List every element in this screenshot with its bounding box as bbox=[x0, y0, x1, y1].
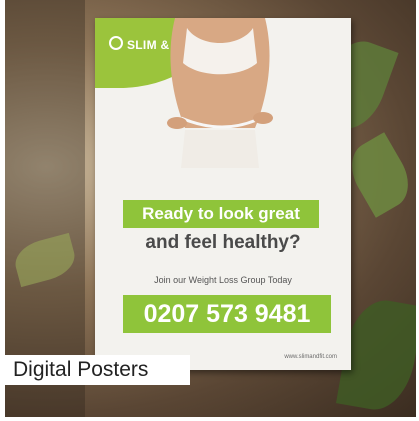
phone-number: 0207 573 9481 bbox=[123, 295, 331, 333]
apple-logo-icon bbox=[109, 36, 123, 50]
caption-label: Digital Posters bbox=[5, 355, 190, 385]
subtext: Join our Weight Loss Group Today bbox=[154, 275, 292, 285]
website-url: www.slimandfit.com bbox=[284, 354, 337, 360]
headline-line-2: and feel healthy? bbox=[145, 232, 301, 253]
headline-line-1: Ready to look great bbox=[123, 200, 319, 228]
poster: SLIM & FIT Ready to look great and feel … bbox=[95, 18, 351, 370]
woman-torso-illustration bbox=[167, 18, 273, 168]
plant-leaf bbox=[340, 132, 416, 218]
